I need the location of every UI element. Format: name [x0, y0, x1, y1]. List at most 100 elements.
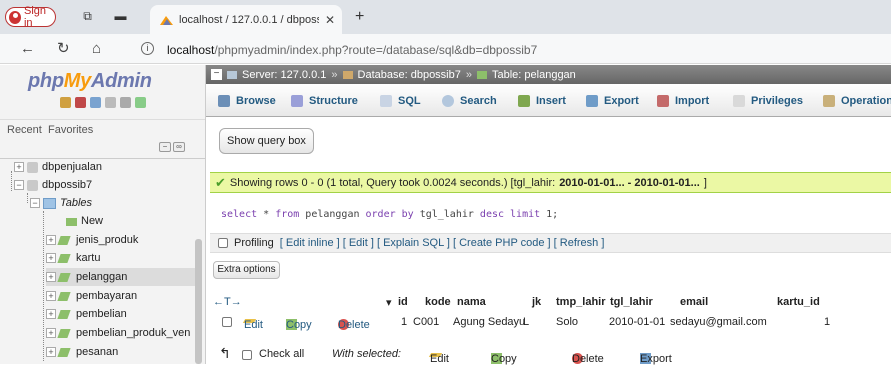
check-all-label[interactable]: Check all [259, 348, 304, 360]
sql-keyword: select [221, 209, 258, 220]
wrench-icon [823, 95, 835, 107]
tab-export[interactable]: Export [586, 92, 639, 110]
tree-item-label: pembayaran [76, 290, 138, 302]
settings-icon[interactable] [120, 97, 131, 108]
tree-item-kartu[interactable]: + kartu [46, 249, 100, 267]
sql-icon [380, 95, 392, 107]
row-checkbox[interactable] [222, 317, 232, 327]
cell-tgl-lahir[interactable]: 2010-01-01 [609, 316, 665, 328]
check-all-checkbox[interactable] [242, 350, 252, 360]
expand-icon[interactable]: + [46, 253, 56, 263]
export-icon [586, 95, 598, 107]
column-header[interactable]: kartu_id [777, 296, 820, 308]
expand-icon[interactable]: + [46, 347, 56, 357]
navigation-scrollbar[interactable] [195, 239, 202, 364]
collapse-icon[interactable]: − [30, 198, 40, 208]
success-message: ✔ Showing rows 0 - 0 (1 total, Query too… [210, 172, 891, 193]
url-field[interactable]: localhost/phpmyadmin/index.php?route=/da… [167, 43, 537, 57]
bulk-delete-label: Delete [572, 353, 604, 365]
tab-search[interactable]: Search [442, 92, 497, 110]
sign-in-button[interactable]: Sign in [5, 5, 56, 29]
expand-icon[interactable]: + [46, 272, 56, 282]
new-table-icon [66, 216, 78, 227]
tree-item-pembayaran[interactable]: + pembayaran [46, 287, 137, 305]
recent-favorites-bar: Recent Favorites − ∞ [0, 119, 205, 159]
expand-icon[interactable]: + [46, 235, 56, 245]
query-action-links[interactable]: [ Edit inline ] [ Edit ] [ Explain SQL ]… [280, 237, 605, 249]
column-header[interactable]: tgl_lahir [610, 296, 653, 308]
expand-icon[interactable]: + [46, 328, 56, 338]
link-with-main-icon[interactable]: ∞ [173, 142, 185, 152]
tree-item-pembelian-produk-ven[interactable]: + pembelian_produk_ven [46, 324, 190, 342]
cell-kartu-id[interactable]: 1 [824, 316, 830, 328]
column-header[interactable]: jk [532, 296, 541, 308]
table-icon [59, 253, 72, 264]
tree-item-dbpenjualan[interactable]: + dbpenjualan [14, 158, 102, 176]
tab-insert[interactable]: Insert [518, 92, 566, 110]
column-arrows-icon[interactable]: ←T→ [213, 296, 242, 308]
logout-icon[interactable] [75, 97, 86, 108]
tab-label: Operations [841, 95, 891, 107]
tab-actions-icon[interactable]: ▬ [114, 10, 127, 23]
docs-icon[interactable] [105, 97, 116, 108]
cell-email[interactable]: sedayu@gmail.com [670, 316, 767, 328]
tree-item-pesanan[interactable]: + pesanan [46, 343, 118, 361]
sql-query-text[interactable]: select * from pelanggan order by tgl_lah… [221, 209, 558, 220]
home-icon[interactable] [60, 97, 71, 108]
tab-privileges[interactable]: Privileges [733, 92, 803, 110]
show-query-box-button[interactable]: Show query box [219, 128, 314, 154]
column-header[interactable]: tmp_lahir [556, 296, 606, 308]
expand-icon[interactable]: + [46, 291, 56, 301]
tree-item-dbpossib7[interactable]: − dbpossib7 [14, 176, 92, 194]
recent-tab[interactable]: Recent [7, 124, 42, 136]
site-info-icon[interactable]: i [141, 42, 154, 55]
tab-label: Import [675, 95, 710, 107]
tab-operations[interactable]: Operations [823, 92, 891, 110]
collapse-panel-icon[interactable]: − [211, 69, 222, 80]
new-tab-icon[interactable]: + [355, 8, 364, 26]
breadcrumb-table[interactable]: Table: pelanggan [492, 69, 576, 81]
tree-item-pembelian[interactable]: + pembelian [46, 305, 127, 323]
table-icon [59, 347, 72, 358]
sort-desc-icon[interactable]: ▾ [386, 296, 392, 309]
success-text: Showing rows 0 - 0 (1 total, Query took … [229, 176, 556, 189]
tab-browse[interactable]: Browse [218, 92, 276, 110]
tab-structure[interactable]: Structure [291, 92, 358, 110]
cell-nama[interactable]: Agung Sedayu [453, 316, 525, 328]
expand-icon[interactable]: + [14, 162, 24, 172]
tab-import[interactable]: Import [657, 92, 709, 110]
cell-id[interactable]: 1 [401, 316, 407, 328]
reload-icon[interactable]: ↻ [57, 41, 70, 57]
column-header[interactable]: kode [425, 296, 451, 308]
expand-icon[interactable]: + [46, 309, 56, 319]
tree-item-pelanggan[interactable]: + pelanggan [46, 268, 195, 286]
column-header[interactable]: email [680, 296, 708, 308]
collapse-all-icon[interactable]: − [159, 142, 171, 152]
column-header[interactable]: id [398, 296, 408, 308]
home-icon[interactable]: ⌂ [92, 41, 101, 57]
tree-item-jenis-produk[interactable]: + jenis_produk [46, 231, 138, 249]
sql-keyword: limit [504, 209, 541, 220]
server-icon [227, 70, 237, 79]
cell-jk[interactable]: L [523, 316, 529, 328]
breadcrumb-database[interactable]: Database: dbpossib7 [358, 69, 461, 81]
back-icon[interactable]: ← [20, 41, 35, 57]
close-tab-icon[interactable]: ✕ [325, 13, 335, 27]
query-window-icon[interactable] [90, 97, 101, 108]
favorites-tab[interactable]: Favorites [48, 124, 93, 136]
tab-sql[interactable]: SQL [380, 92, 421, 110]
collapse-icon[interactable]: − [14, 180, 24, 190]
extra-options-button[interactable]: Extra options [213, 261, 280, 279]
tab-label: Privileges [751, 95, 803, 107]
column-header[interactable]: nama [457, 296, 486, 308]
browser-tab[interactable]: localhost / 127.0.0.1 / dbpossib7 | ✕ [150, 5, 342, 34]
tree-item-new[interactable]: New [66, 212, 103, 230]
tree-item-tables[interactable]: − Tables [30, 194, 92, 212]
collections-icon[interactable]: ⧉ [81, 10, 94, 23]
breadcrumb-server[interactable]: Server: 127.0.0.1 [242, 69, 326, 81]
phpmyadmin-logo[interactable]: phpMyAdmin [28, 70, 152, 93]
profiling-checkbox[interactable] [218, 238, 228, 248]
cell-kode[interactable]: C001 [413, 316, 439, 328]
cell-tmp-lahir[interactable]: Solo [556, 316, 578, 328]
reload-nav-icon[interactable] [135, 97, 146, 108]
